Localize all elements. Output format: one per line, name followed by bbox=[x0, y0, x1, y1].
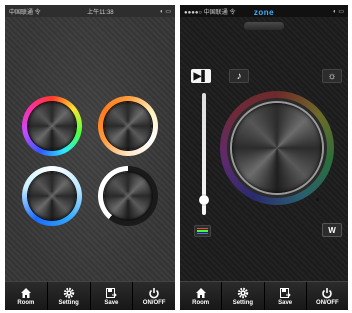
tab-save[interactable]: Save bbox=[265, 282, 307, 310]
color-wheel-knob[interactable] bbox=[220, 91, 334, 205]
tab-save[interactable]: Save bbox=[91, 282, 134, 310]
music-button[interactable]: ♪ bbox=[229, 69, 249, 83]
carrier-label: 中国联通 令 bbox=[9, 9, 41, 16]
battery-icon: ◐ ▭ bbox=[160, 8, 171, 15]
save-icon bbox=[280, 287, 291, 298]
home-icon bbox=[20, 287, 31, 298]
tab-room-label: Room bbox=[192, 299, 210, 306]
knob-face bbox=[104, 102, 152, 150]
knob-face bbox=[232, 103, 322, 193]
knob-face bbox=[104, 172, 152, 220]
rgb-blue-stripe bbox=[197, 232, 208, 234]
brightness-button[interactable]: ☼ bbox=[322, 69, 342, 83]
tab-onoff[interactable]: ON/OFF bbox=[133, 282, 175, 310]
clock-label: 上午11:38 bbox=[87, 9, 114, 16]
tab-room-label: Room bbox=[17, 299, 35, 306]
home-icon bbox=[195, 287, 206, 298]
power-icon bbox=[322, 287, 333, 298]
power-icon bbox=[149, 287, 159, 298]
left-phone-screen: 中国联通 令 上午11:38 ◐ ▭ Room Setting Save ON/… bbox=[5, 5, 175, 310]
save-icon bbox=[106, 287, 118, 298]
tab-room[interactable]: Room bbox=[180, 282, 223, 310]
brightness-slider-thumb[interactable] bbox=[199, 195, 209, 205]
cool-white-knob[interactable] bbox=[22, 166, 82, 226]
dimmer-knob[interactable] bbox=[98, 166, 158, 226]
rgb-mode-button[interactable] bbox=[194, 225, 211, 237]
tab-onoff[interactable]: ON/OFF bbox=[307, 282, 348, 310]
rgb-red-stripe bbox=[197, 228, 208, 230]
gear-icon bbox=[237, 287, 249, 298]
rgb-color-knob[interactable] bbox=[22, 96, 82, 156]
play-button[interactable]: ▶▌ bbox=[191, 69, 211, 83]
warm-white-knob[interactable] bbox=[98, 96, 158, 156]
knob-face bbox=[28, 172, 76, 220]
tab-setting-label: Setting bbox=[58, 299, 79, 306]
tab-bar: Room Setting Save ON/OFF bbox=[5, 281, 175, 310]
tab-setting[interactable]: Setting bbox=[222, 282, 265, 310]
knob-face bbox=[28, 102, 76, 150]
tab-onoff-label: ON/OFF bbox=[142, 299, 166, 306]
rgb-green-stripe bbox=[197, 230, 208, 232]
gear-icon bbox=[63, 287, 74, 298]
white-mode-button[interactable]: W bbox=[322, 223, 342, 237]
tab-save-label: Save bbox=[104, 299, 119, 306]
right-phone-screen: ●●●●○ 中国联通 令 ◐ ▭ zone ▶▌ ♪ ☼ W Room Sett… bbox=[180, 5, 348, 310]
knob-indicator bbox=[316, 198, 319, 201]
tab-save-label: Save bbox=[278, 299, 293, 306]
zone-selector[interactable] bbox=[244, 22, 284, 30]
tab-setting-label: Setting bbox=[232, 299, 254, 306]
tab-bar: Room Setting Save ON/OFF bbox=[180, 281, 348, 310]
tab-onoff-label: ON/OFF bbox=[316, 299, 339, 306]
tab-room[interactable]: Room bbox=[5, 282, 48, 310]
zone-title: zone bbox=[253, 8, 275, 17]
status-bar: 中国联通 令 上午11:38 ◐ ▭ bbox=[5, 5, 175, 17]
tab-setting[interactable]: Setting bbox=[48, 282, 91, 310]
